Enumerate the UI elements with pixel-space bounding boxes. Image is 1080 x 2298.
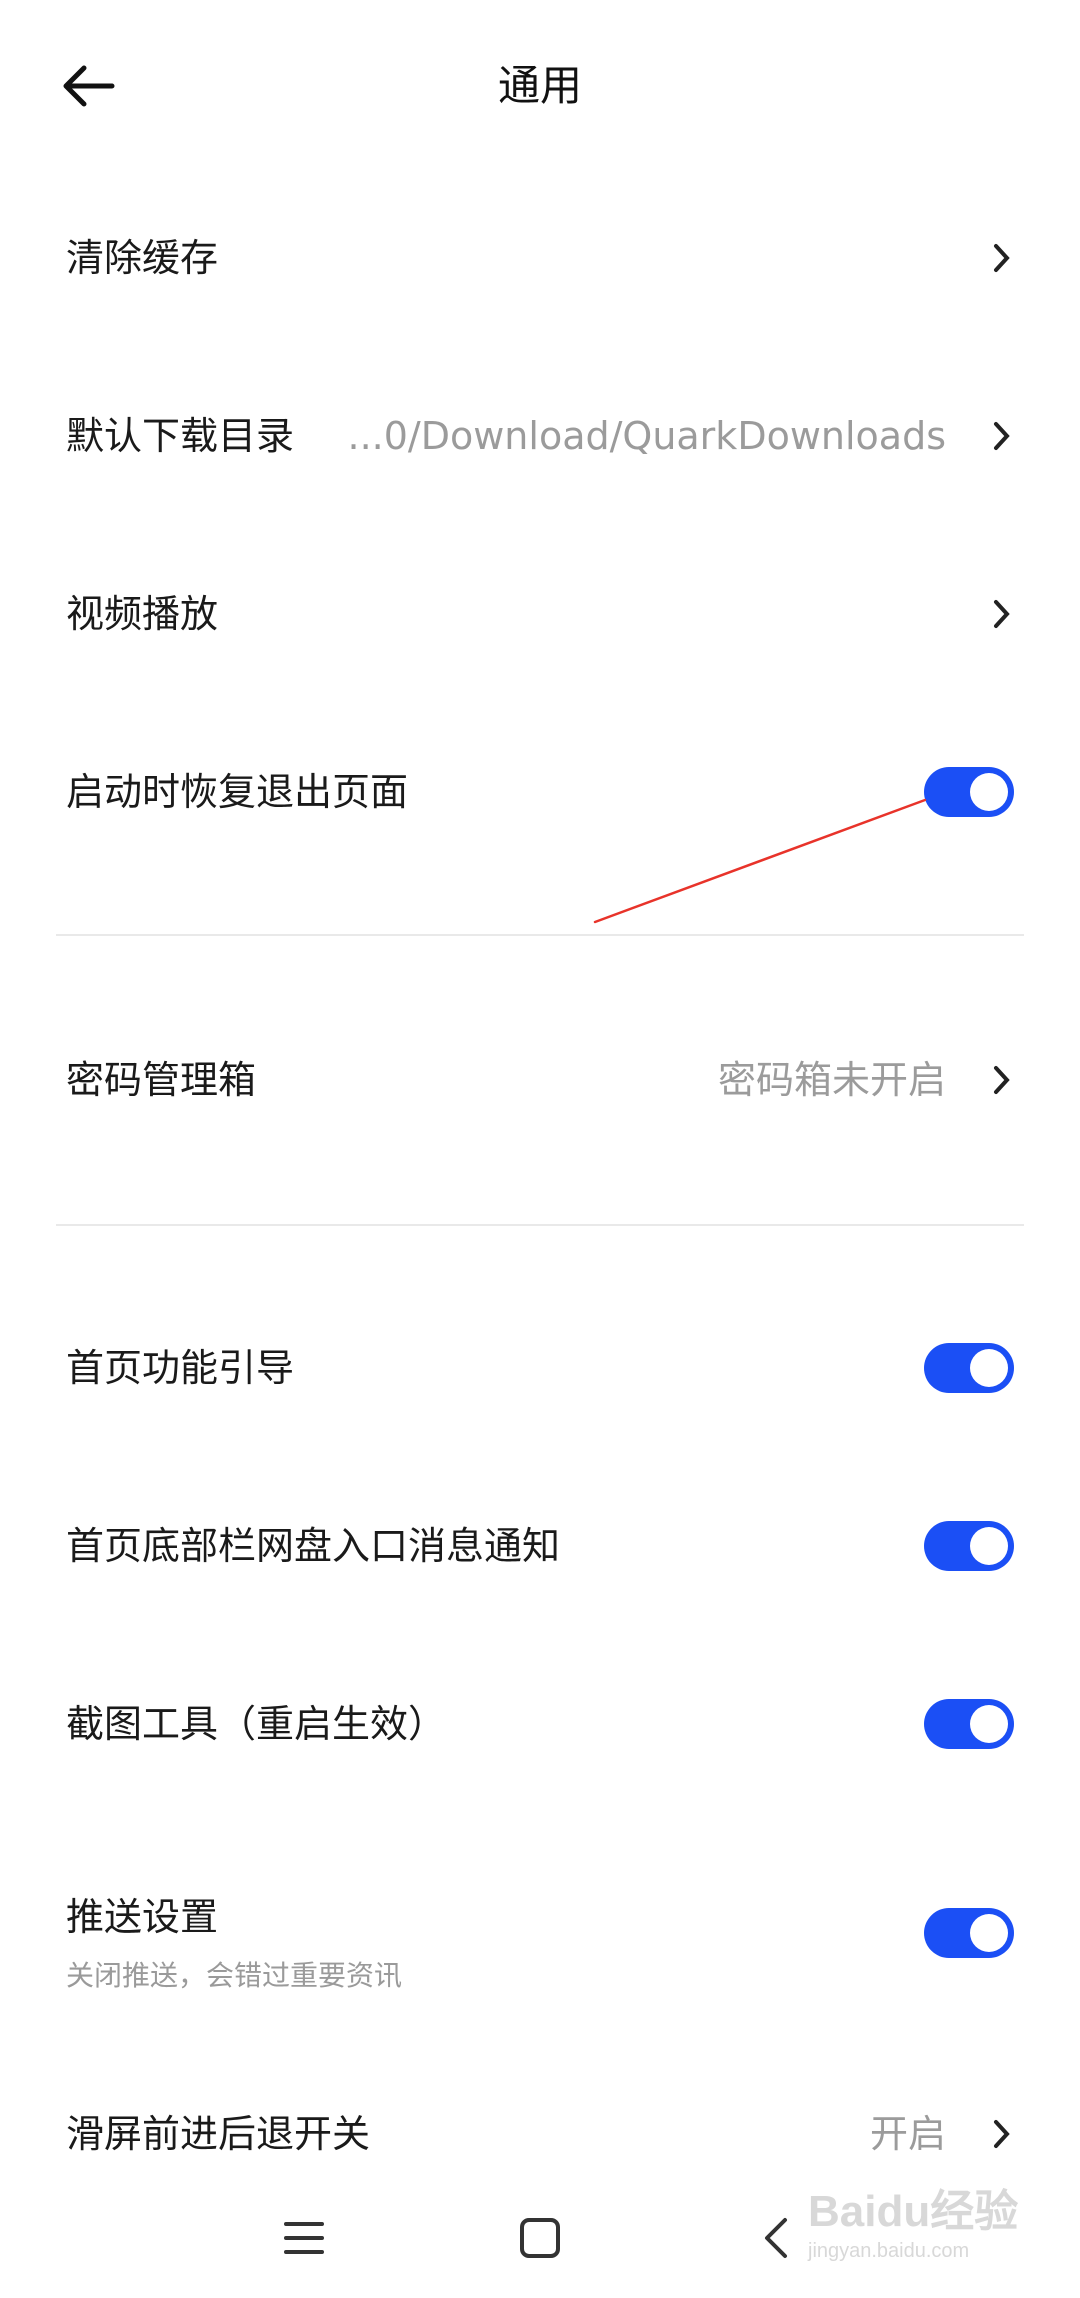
settings-row-download-dir[interactable]: 默认下载目录 ...0/Download/QuarkDownloads bbox=[0, 376, 1080, 496]
watermark-url: jingyan.baidu.com bbox=[808, 2240, 970, 2262]
settings-row-screenshot-tool: 截图工具（重启生效） bbox=[0, 1664, 1080, 1784]
settings-label: 首页底部栏网盘入口消息通知 bbox=[66, 1524, 561, 1568]
settings-label: 滑屏前进后退开关 bbox=[66, 2112, 371, 2156]
settings-row-password-manager[interactable]: 密码管理箱 密码箱未开启 bbox=[0, 1020, 1080, 1140]
push-toggle[interactable] bbox=[924, 1908, 1014, 1958]
nav-home-button[interactable] bbox=[510, 2208, 570, 2268]
swipe-nav-status: 开启 bbox=[869, 2112, 946, 2156]
settings-row-swipe-nav[interactable]: 滑屏前进后退开关 开启 bbox=[0, 2074, 1080, 2194]
section-divider bbox=[56, 1224, 1024, 1226]
settings-row-clear-cache[interactable]: 清除缓存 bbox=[0, 198, 1080, 318]
nav-menu-button[interactable] bbox=[274, 2208, 334, 2268]
watermark-brand: Baidu经验 bbox=[808, 2187, 1019, 2236]
home-square-icon bbox=[520, 2218, 560, 2258]
toggle-knob bbox=[970, 1705, 1008, 1743]
settings-label: 视频播放 bbox=[66, 592, 219, 636]
home-guide-toggle[interactable] bbox=[924, 1343, 1014, 1393]
nav-back-button[interactable] bbox=[746, 2208, 806, 2268]
toggle-knob bbox=[970, 1349, 1008, 1387]
section-divider bbox=[56, 934, 1024, 936]
settings-row-cloud-notify: 首页底部栏网盘入口消息通知 bbox=[0, 1486, 1080, 1606]
toggle-knob bbox=[970, 1527, 1008, 1565]
settings-label: 推送设置 bbox=[66, 1895, 219, 1939]
page-title: 通用 bbox=[497, 61, 582, 110]
chevron-right-icon bbox=[982, 238, 1022, 278]
chevron-right-icon bbox=[982, 2114, 1022, 2154]
settings-label: 首页功能引导 bbox=[66, 1346, 295, 1390]
restore-pages-toggle[interactable] bbox=[924, 767, 1014, 817]
cloud-notify-toggle[interactable] bbox=[924, 1521, 1014, 1571]
password-manager-status: 密码箱未开启 bbox=[717, 1058, 946, 1102]
download-path-value: ...0/Download/QuarkDownloads bbox=[347, 414, 947, 458]
toggle-knob bbox=[970, 773, 1008, 811]
chevron-right-icon bbox=[982, 594, 1022, 634]
settings-row-restore-pages: 启动时恢复退出页面 bbox=[0, 732, 1080, 852]
chevron-right-icon bbox=[982, 1060, 1022, 1100]
chevron-right-icon bbox=[982, 416, 1022, 456]
screenshot-tool-toggle[interactable] bbox=[924, 1699, 1014, 1749]
settings-label: 启动时恢复退出页面 bbox=[66, 770, 409, 814]
settings-label: 清除缓存 bbox=[66, 236, 219, 280]
menu-icon bbox=[284, 2222, 324, 2254]
chevron-left-icon bbox=[765, 2218, 787, 2258]
settings-row-push: 推送设置 关闭推送，会错过重要资讯 bbox=[0, 1866, 1080, 2006]
settings-row-video-play[interactable]: 视频播放 bbox=[0, 554, 1080, 674]
header: 通用 bbox=[0, 0, 1080, 176]
settings-label: 默认下载目录 bbox=[66, 414, 295, 458]
settings-sublabel: 关闭推送，会错过重要资讯 bbox=[66, 1959, 403, 1992]
settings-row-home-guide: 首页功能引导 bbox=[0, 1308, 1080, 1428]
baidu-watermark: Baidu经验 jingyan.baidu.com bbox=[808, 2186, 1028, 2276]
settings-label: 截图工具（重启生效） bbox=[66, 1702, 447, 1746]
settings-label: 密码管理箱 bbox=[66, 1058, 257, 1102]
toggle-knob bbox=[970, 1914, 1008, 1952]
